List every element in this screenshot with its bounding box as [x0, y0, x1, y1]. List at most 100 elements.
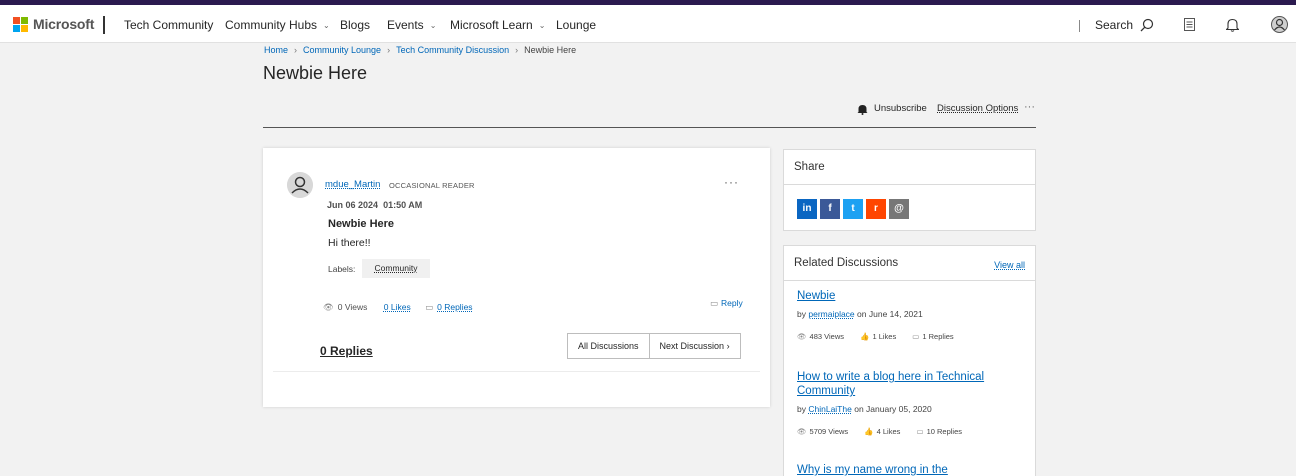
likes-link[interactable]: 0 Likes — [384, 302, 411, 312]
nav-item-blogs[interactable]: Blogs — [340, 18, 370, 32]
label-chip-community[interactable]: Community — [362, 259, 430, 278]
facebook-icon[interactable]: f — [820, 199, 840, 219]
related-item-stats: 👁 5709 Views 👍 4 Likes ▭ 10 Replies — [797, 427, 1017, 436]
microsoft-logo-icon[interactable] — [13, 17, 28, 32]
search-icon[interactable] — [1140, 18, 1154, 32]
nav-item-label: Events — [387, 18, 424, 32]
next-discussion-button[interactable]: Next Discussion › — [648, 334, 740, 358]
reply-label: Reply — [721, 298, 743, 308]
author-avatar[interactable] — [287, 172, 313, 198]
nav-item-label: Community Hubs — [225, 18, 318, 32]
document-icon[interactable] — [1184, 18, 1195, 31]
related-item-byline: by permaiplace on June 14, 2021 — [797, 309, 1017, 319]
breadcrumb-current: Newbie Here — [524, 45, 577, 55]
discussion-nav-buttons: All Discussions Next Discussion › — [567, 333, 741, 359]
like-icon: 👍 — [864, 427, 874, 436]
nav-tech-community[interactable]: Tech Community — [124, 18, 213, 32]
views-count: 483 Views — [809, 332, 844, 341]
chevron-right-icon: › — [515, 45, 519, 55]
related-item: Newbie by permaiplace on June 14, 2021 👁… — [797, 289, 1017, 341]
nav-item-label: Microsoft Learn — [450, 18, 533, 32]
reddit-icon[interactable]: r — [866, 199, 886, 219]
linkedin-icon[interactable]: in — [797, 199, 817, 219]
breadcrumb-home[interactable]: Home — [264, 45, 288, 55]
likes-count: 4 Likes — [876, 427, 901, 436]
chevron-right-icon: › — [387, 45, 391, 55]
related-item-byline: by ChinLaiThe on January 05, 2020 — [797, 404, 1017, 414]
twitter-icon[interactable]: t — [843, 199, 863, 219]
related-item: How to write a blog here in Technical Co… — [797, 370, 1017, 436]
related-header: Related Discussions View all — [784, 246, 1035, 281]
comment-icon: ▭ — [916, 427, 924, 436]
all-discussions-button[interactable]: All Discussions — [568, 334, 649, 358]
share-card: Share in f t r @ — [783, 149, 1036, 231]
chevron-right-icon: › — [726, 341, 730, 351]
breadcrumb-tech-community-discussion[interactable]: Tech Community Discussion — [396, 45, 509, 55]
related-item-author[interactable]: ChinLaiThe — [808, 404, 851, 414]
chevron-down-icon: ⌄ — [538, 21, 546, 30]
labels-label: Labels: — [328, 264, 356, 274]
post-body: Hi there!! — [328, 237, 371, 249]
more-options-icon[interactable]: ··· — [1024, 101, 1035, 113]
views-icon: 👁 — [797, 332, 807, 341]
nav-item-lounge[interactable]: Lounge — [556, 18, 596, 32]
views-count: 5709 Views — [809, 427, 849, 436]
related-item-author[interactable]: permaiplace — [808, 309, 854, 319]
nav-item-events[interactable]: Events ⌄ — [387, 18, 436, 32]
post-title: Newbie Here — [328, 218, 395, 230]
microsoft-brand-text[interactable]: Microsoft — [33, 16, 94, 32]
replies-count: 10 Replies — [926, 427, 963, 436]
unsubscribe-button[interactable]: Unsubscribe — [874, 103, 927, 114]
related-item-title[interactable]: How to write a blog here in Technical Co… — [797, 370, 1017, 398]
related-title: Related Discussions — [794, 257, 899, 269]
page-title: Newbie Here — [263, 63, 368, 83]
replies-heading[interactable]: 0 Replies — [320, 344, 373, 358]
share-icons: in f t r @ — [797, 199, 909, 219]
email-icon[interactable]: @ — [889, 199, 909, 219]
reply-button[interactable]: ▭ Reply — [710, 298, 743, 309]
author-rank: OCCASIONAL READER — [389, 181, 475, 190]
post-date: Jun 06 2024 — [327, 200, 379, 210]
unsubscribe-bell-icon[interactable] — [857, 104, 868, 115]
reply-icon: ▭ — [710, 298, 719, 308]
replies-link[interactable]: 0 Replies — [437, 302, 472, 312]
related-item-title[interactable]: Why is my name wrong in the — [797, 463, 1017, 476]
share-title: Share — [784, 150, 1035, 185]
search-label[interactable]: Search — [1095, 18, 1133, 32]
top-navigation-bar: Microsoft Tech Community Community Hubs ⌄… — [0, 5, 1296, 43]
related-item-date: on January 05, 2020 — [854, 404, 932, 414]
views-icon: 👁 — [323, 302, 334, 312]
discussion-options-button[interactable]: Discussion Options — [937, 103, 1018, 114]
author-link[interactable]: mdue_Martin — [325, 179, 380, 190]
chevron-down-icon: ⌄ — [429, 21, 437, 30]
user-avatar-icon[interactable] — [1271, 16, 1288, 33]
card-divider — [273, 371, 760, 372]
nav-divider — [103, 16, 105, 34]
bell-icon[interactable] — [1226, 18, 1239, 32]
by-text: by — [797, 309, 806, 319]
views-count: 0 Views — [337, 302, 368, 312]
related-item-date: on June 14, 2021 — [857, 309, 923, 319]
header-divider — [263, 127, 1036, 128]
breadcrumb-community-lounge[interactable]: Community Lounge — [303, 45, 381, 55]
next-discussion-label: Next Discussion — [659, 341, 725, 351]
breadcrumb: Home › Community Lounge › Tech Community Dis… — [264, 45, 576, 55]
post-stats: 👁 0 Views 0 Likes ▭ 0 Replies — [323, 302, 473, 313]
nav-separator — [1079, 20, 1080, 32]
post-menu-icon[interactable]: ··· — [724, 175, 739, 189]
nav-item-microsoft-learn[interactable]: Microsoft Learn ⌄ — [450, 18, 545, 32]
post-time: 01:50 AM — [383, 200, 423, 210]
related-discussions-card: Related Discussions View all Newbie by p… — [783, 245, 1036, 476]
nav-item-community-hubs[interactable]: Community Hubs ⌄ — [225, 18, 330, 32]
replies-count: 1 Replies — [922, 332, 954, 341]
view-all-link[interactable]: View all — [994, 260, 1025, 270]
related-item: Why is my name wrong in the — [797, 463, 1017, 476]
comment-icon: ▭ — [425, 302, 434, 312]
chevron-down-icon: ⌄ — [323, 21, 330, 30]
related-item-title[interactable]: Newbie — [797, 289, 1017, 303]
comment-icon: ▭ — [912, 332, 920, 341]
views-icon: 👁 — [797, 427, 807, 436]
likes-count: 1 Likes — [872, 332, 897, 341]
related-item-stats: 👁 483 Views 👍 1 Likes ▭ 1 Replies — [797, 332, 1017, 341]
post-card: mdue_Martin OCCASIONAL READER ··· Jun 06… — [263, 148, 770, 407]
